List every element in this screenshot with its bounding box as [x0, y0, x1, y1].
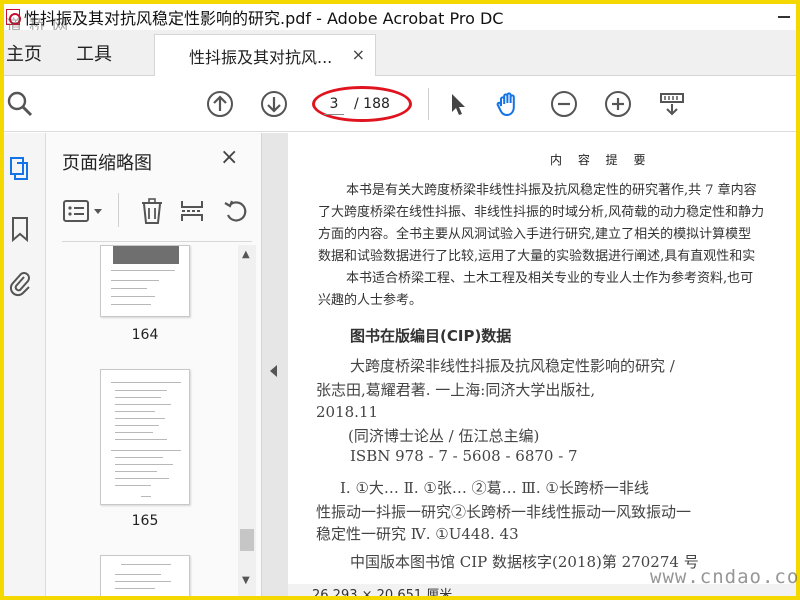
- cip-line: 中国版本图书馆 CIP 数据核字(2018)第 270274 号: [350, 553, 699, 571]
- abstract-line: 数据和试验数据进行了比较,运用了大量的实验数据进行阐述,具有直观性和实: [318, 249, 756, 264]
- panel-title: 页面缩略图: [62, 153, 152, 174]
- page-size-readout: 26.293 × 20.651 厘米: [312, 588, 453, 596]
- abstract-line: 本书是有关大跨度桥梁非线性抖振及抗风稳定性的研究著作,共 7 章内容: [346, 183, 757, 198]
- thumbnail-page[interactable]: [100, 245, 190, 317]
- cip-line: 张志田,葛耀君著. 一上海:同济大学出版社,: [316, 381, 596, 399]
- delete-page-icon[interactable]: [138, 197, 166, 225]
- cip-line: 稳定性一研究 Ⅳ. ①U448. 43: [316, 525, 519, 543]
- cip-heading: 图书在版编目(CIP)数据: [350, 327, 512, 345]
- next-page-icon[interactable]: [260, 90, 288, 118]
- watermark-bottom: www.cndao.com: [650, 566, 800, 588]
- tab-tools[interactable]: 工具: [76, 40, 112, 66]
- pdf-page: 内 容 提 要 本书是有关大跨度桥梁非线性抖振及抗风稳定性的研究著作,共 7 章…: [288, 133, 796, 596]
- scroll-up-icon[interactable]: ▲: [242, 249, 250, 260]
- zoom-out-icon[interactable]: [550, 90, 578, 118]
- abstract-line: 方面的内容。全书主要从风洞试验入手进行研究,建立了相关的模拟计算模型: [318, 227, 752, 242]
- thumbnail-options-icon[interactable]: [62, 197, 102, 225]
- page-number-input[interactable]: [324, 93, 344, 115]
- zoom-icon[interactable]: [6, 90, 34, 118]
- collapse-panel-icon[interactable]: [270, 365, 277, 377]
- minimize-button[interactable]: [778, 16, 790, 18]
- page-display-icon[interactable]: [658, 90, 686, 118]
- document-tab[interactable]: 性抖振及其对抗风... ×: [154, 34, 376, 76]
- panel-toolbar: [62, 181, 254, 241]
- document-viewer[interactable]: 内 容 提 要 本书是有关大跨度桥梁非线性抖振及抗风稳定性的研究著作,共 7 章…: [262, 133, 796, 596]
- page-navigator: / 188: [320, 92, 408, 116]
- thumbnail-label: 164: [131, 327, 159, 343]
- tab-bar: 主页 工具 性抖振及其对抗风... ×: [4, 30, 796, 76]
- abstract-line: 兴趣的人士参考。: [318, 293, 423, 308]
- cip-line: Ⅰ. ①大… Ⅱ. ①张… ②葛… Ⅲ. ①长跨桥一非线: [340, 479, 649, 497]
- close-panel-button[interactable]: ×: [220, 145, 238, 170]
- zoom-in-icon[interactable]: [604, 90, 632, 118]
- thumbnail-label: 165: [131, 513, 159, 529]
- title-bar: 性抖振及其对抗风稳定性影响的研究.pdf - Adobe Acrobat Pro…: [4, 4, 796, 30]
- navigation-rail: [4, 133, 46, 596]
- window-title: 性抖振及其对抗风稳定性影响的研究.pdf - Adobe Acrobat Pro…: [24, 9, 504, 28]
- bookmark-icon[interactable]: [8, 215, 32, 243]
- hand-tool-icon[interactable]: [494, 90, 522, 118]
- select-cursor-icon[interactable]: [444, 90, 472, 118]
- thumbnails-panel: 页面缩略图 × 164 165 ▲ ▼: [46, 133, 262, 596]
- toolbar-divider: [428, 88, 429, 120]
- abstract-heading: 内 容 提 要: [550, 153, 652, 167]
- document-tab-label: 性抖振及其对抗风...: [189, 47, 333, 67]
- thumbnails-scrollbar[interactable]: ▲ ▼: [238, 245, 256, 596]
- attachment-icon[interactable]: [8, 269, 32, 297]
- cip-line: 2018.11: [316, 403, 379, 421]
- abstract-line: 了大跨度桥梁在线性抖振、非线性抖振的时域分析,风荷载的动力稳定性和静力: [318, 205, 765, 220]
- cip-line: ISBN 978 - 7 - 5608 - 6870 - 7: [350, 447, 578, 465]
- scroll-down-icon[interactable]: ▼: [242, 575, 250, 586]
- acrobat-window: 性抖振及其对抗风稳定性影响的研究.pdf - Adobe Acrobat Pro…: [4, 4, 796, 596]
- prev-page-icon[interactable]: [206, 90, 234, 118]
- cip-line: 性振动一抖振一研究②长跨桥一非线性振动一风致振动一: [316, 503, 692, 521]
- thumbnail-page[interactable]: [100, 555, 190, 596]
- toolbar: / 188: [4, 76, 796, 132]
- abstract-line: 本书适合桥梁工程、土木工程及相关专业的专业人士作为参考资料,也可: [346, 271, 754, 286]
- thumbnail-figure: [113, 246, 179, 264]
- panel-tool-divider: [118, 193, 119, 227]
- rotate-page-icon[interactable]: [222, 197, 250, 225]
- scrollbar-thumb[interactable]: [240, 529, 254, 551]
- cip-line: (同济博士论丛 / 伍江总主编): [348, 427, 540, 445]
- tab-home[interactable]: 主页: [6, 40, 42, 66]
- panel-separator: [62, 241, 252, 242]
- thumbnail-page[interactable]: [100, 369, 190, 505]
- close-tab-button[interactable]: ×: [352, 45, 365, 64]
- page-total: / 188: [354, 96, 390, 112]
- cip-line: 大跨度桥梁非线性抖振及抗风稳定性影响的研究 /: [350, 357, 675, 375]
- page-thumbnails-icon[interactable]: [8, 155, 32, 183]
- extract-page-icon[interactable]: [178, 197, 206, 225]
